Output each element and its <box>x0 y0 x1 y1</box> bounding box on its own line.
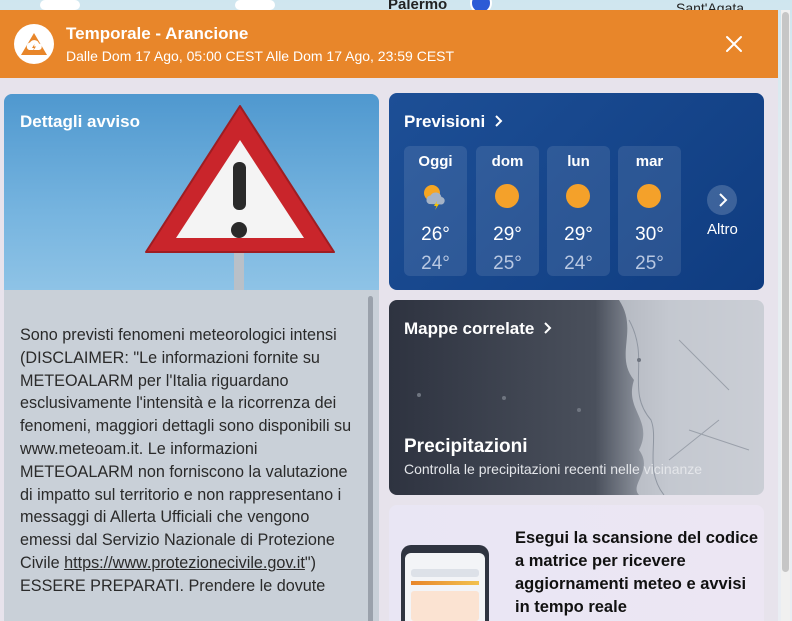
precipitation-heading: Precipitazioni <box>404 436 528 457</box>
alert-title: Temporale - Arancione <box>66 24 249 43</box>
scrollbar-thumb[interactable] <box>782 12 789 572</box>
description-text: Sono previsti fenomeni meteorologici int… <box>20 326 352 572</box>
day-name: Oggi <box>418 153 453 170</box>
close-icon[interactable] <box>722 32 746 56</box>
details-title: Dettagli avviso <box>20 112 140 131</box>
temp-low: 25° <box>493 253 522 274</box>
related-maps-title[interactable]: Mappe correlate <box>404 319 553 339</box>
alert-description: Sono previsti fenomeni meteorologici int… <box>20 324 352 598</box>
sun-icon <box>637 184 661 208</box>
sun-storm-icon <box>424 185 445 210</box>
map-tile <box>235 0 275 10</box>
temp-low: 25° <box>635 253 664 274</box>
temp-low: 24° <box>564 253 593 274</box>
chevron-right-icon <box>544 322 552 334</box>
alert-details-card: Dettagli avviso Sono previsti fenomeni m… <box>4 94 379 621</box>
panel-scrollbar[interactable] <box>781 10 790 621</box>
forecast-day-monday[interactable]: lun 29° 24° <box>547 146 610 276</box>
temp-high: 29° <box>493 224 522 245</box>
phone-screenshot-image <box>401 545 489 621</box>
forecast-day-today[interactable]: Oggi 26° 24° <box>404 146 467 276</box>
related-maps-label: Mappe correlate <box>404 319 535 338</box>
forecast-day-sunday[interactable]: dom 29° 25° <box>476 146 539 276</box>
temp-high: 26° <box>421 224 450 245</box>
temp-high: 30° <box>635 224 664 245</box>
qr-promo-card[interactable]: Esegui la scansione del codice a matrice… <box>389 505 764 621</box>
details-scrollbar[interactable] <box>368 296 373 621</box>
more-forecast-label[interactable]: Altro <box>707 221 738 238</box>
related-maps-card[interactable]: Mappe correlate Precipitazioni Controlla… <box>389 300 764 495</box>
day-name: dom <box>491 153 524 170</box>
storm-cloud-icon <box>14 24 54 64</box>
temp-low: 24° <box>421 253 450 274</box>
chevron-right-icon <box>719 193 728 207</box>
day-name: mar <box>635 153 664 170</box>
qr-promo-text: Esegui la scansione del codice a matrice… <box>515 529 759 616</box>
forecast-card[interactable]: Previsioni Oggi 26° 24° dom 29° 25° lun … <box>389 93 764 290</box>
temp-high: 29° <box>564 224 593 245</box>
precipitation-description: Controlla le precipitazioni recenti nell… <box>404 461 703 477</box>
day-name: lun <box>567 153 590 170</box>
alert-validity: Dalle Dom 17 Ago, 05:00 CEST Alle Dom 17… <box>66 48 455 64</box>
sun-icon <box>566 184 590 208</box>
civil-protection-link[interactable]: https://www.protezionecivile.gov.it <box>64 554 305 572</box>
forecast-day-tuesday[interactable]: mar 30° 25° <box>618 146 681 276</box>
forecast-title[interactable]: Previsioni <box>404 112 504 132</box>
more-forecast-button[interactable] <box>707 185 737 215</box>
chevron-right-icon <box>495 115 503 127</box>
alert-header: Temporale - Arancione Dalle Dom 17 Ago, … <box>0 10 778 78</box>
sun-icon <box>495 184 519 208</box>
map-tile <box>40 0 80 10</box>
forecast-title-label: Previsioni <box>404 112 486 131</box>
